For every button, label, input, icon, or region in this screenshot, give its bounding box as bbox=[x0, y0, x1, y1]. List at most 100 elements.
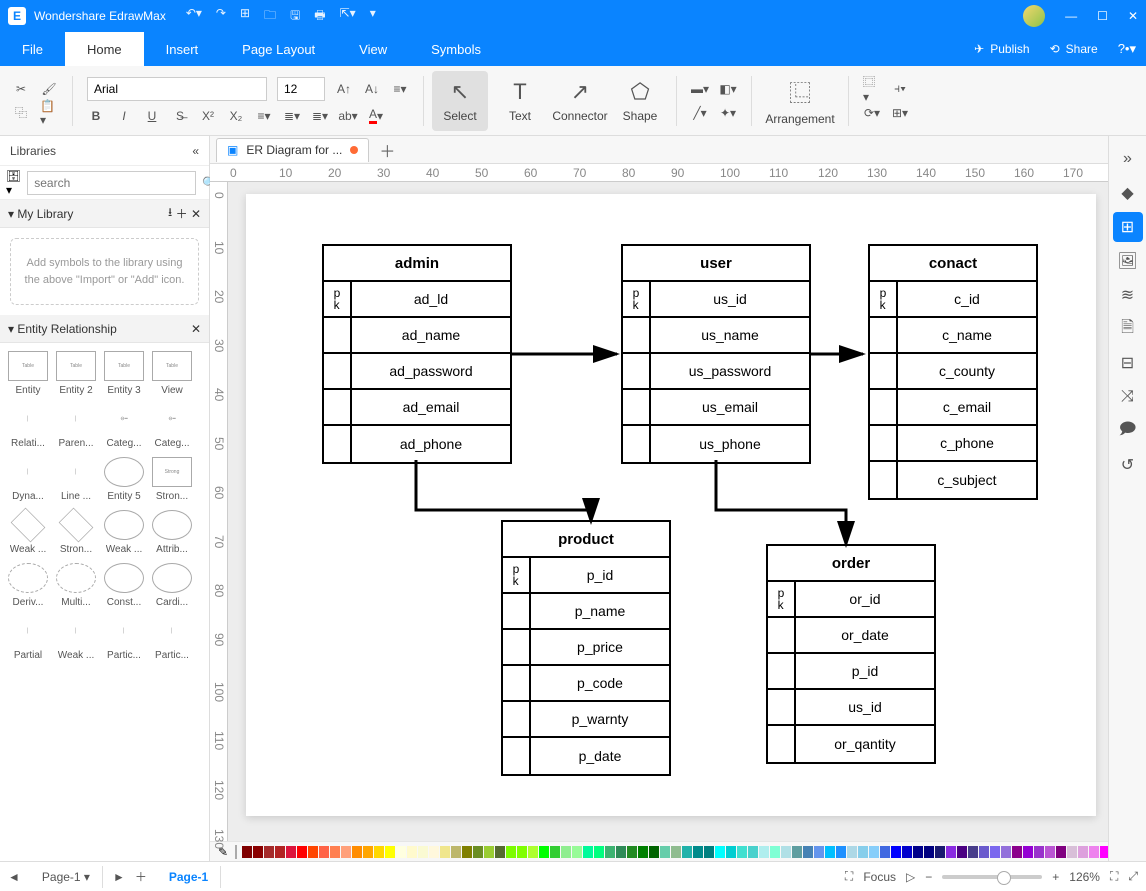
redo-icon[interactable]: ↷ bbox=[216, 6, 226, 27]
shape-item[interactable]: Cardi... bbox=[148, 563, 196, 608]
add-icon[interactable]: ＋ bbox=[176, 205, 188, 222]
page-props-icon[interactable]: 🗎 bbox=[1113, 314, 1143, 344]
color-swatch[interactable] bbox=[275, 846, 285, 858]
line-icon[interactable]: ╱▾ bbox=[691, 104, 709, 122]
color-swatch[interactable] bbox=[935, 846, 945, 858]
color-swatch[interactable] bbox=[704, 846, 714, 858]
color-swatch[interactable] bbox=[407, 846, 417, 858]
zoom-in-icon[interactable]: + bbox=[1052, 870, 1059, 884]
save-icon[interactable]: 🖫 bbox=[290, 6, 300, 27]
color-swatch[interactable] bbox=[1056, 846, 1066, 858]
color-swatch[interactable] bbox=[737, 846, 747, 858]
color-swatch[interactable] bbox=[352, 846, 362, 858]
color-swatch[interactable] bbox=[253, 846, 263, 858]
color-swatch[interactable] bbox=[341, 846, 351, 858]
color-swatch[interactable] bbox=[660, 846, 670, 858]
close-er-section-icon[interactable]: ✕ bbox=[191, 322, 201, 336]
color-swatch[interactable] bbox=[836, 846, 846, 858]
color-swatch[interactable] bbox=[539, 846, 549, 858]
print-icon[interactable]: 🖶 bbox=[314, 6, 325, 27]
cut-icon[interactable]: ✂ bbox=[12, 80, 30, 98]
expand-right-icon[interactable]: » bbox=[1113, 144, 1143, 174]
color-swatch[interactable] bbox=[726, 846, 736, 858]
shape-item[interactable]: Attrib... bbox=[148, 510, 196, 555]
shape-item[interactable]: Weak ... bbox=[100, 510, 148, 555]
shape-item[interactable]: Entity 5 bbox=[100, 457, 148, 502]
entity-admin[interactable]: adminpkad_ldad_namead_passwordad_emailad… bbox=[322, 244, 512, 464]
bullets-icon[interactable]: ≣▾ bbox=[283, 107, 301, 125]
zoom-out-icon[interactable]: − bbox=[925, 870, 932, 884]
comment-icon[interactable]: 🗩 bbox=[1113, 416, 1143, 446]
line-spacing-icon[interactable]: ≡▾ bbox=[255, 107, 273, 125]
distribute-icon[interactable]: ⊞▾ bbox=[891, 104, 909, 122]
zoom-slider[interactable] bbox=[942, 875, 1042, 879]
menu-home[interactable]: Home bbox=[65, 32, 144, 66]
menu-insert[interactable]: Insert bbox=[144, 32, 221, 66]
focus-icon[interactable]: ⛶ bbox=[845, 869, 853, 884]
shape-item[interactable]: │Weak ... bbox=[52, 616, 100, 661]
no-fill-swatch[interactable] bbox=[235, 845, 237, 859]
color-swatch[interactable] bbox=[561, 846, 571, 858]
color-swatch[interactable] bbox=[473, 846, 483, 858]
shape-item[interactable]: Deriv... bbox=[4, 563, 52, 608]
shape-item[interactable]: TableEntity 3 bbox=[100, 351, 148, 396]
color-swatch[interactable] bbox=[770, 846, 780, 858]
color-swatch[interactable] bbox=[957, 846, 967, 858]
shape-item[interactable]: TableEntity 2 bbox=[52, 351, 100, 396]
library-search-input[interactable] bbox=[27, 171, 196, 195]
shape-item[interactable]: Weak ... bbox=[4, 510, 52, 555]
color-swatch[interactable] bbox=[1100, 846, 1108, 858]
font-color-icon[interactable]: A▾ bbox=[367, 107, 385, 125]
undo-icon[interactable]: ↶▾ bbox=[186, 6, 202, 27]
color-swatch[interactable] bbox=[803, 846, 813, 858]
color-swatch[interactable] bbox=[330, 846, 340, 858]
doc-tab[interactable]: ▣ER Diagram for ... bbox=[216, 138, 369, 162]
color-swatch[interactable] bbox=[891, 846, 901, 858]
color-swatch[interactable] bbox=[814, 846, 824, 858]
page-selector[interactable]: Page-1 ▾ bbox=[30, 866, 103, 888]
layers-icon[interactable]: ≋ bbox=[1113, 280, 1143, 310]
color-swatch[interactable] bbox=[583, 846, 593, 858]
color-swatch[interactable] bbox=[550, 846, 560, 858]
color-swatch[interactable] bbox=[946, 846, 956, 858]
menu-page-layout[interactable]: Page Layout bbox=[220, 32, 337, 66]
color-swatch[interactable] bbox=[363, 846, 373, 858]
shape-item[interactable]: ⊖━Categ... bbox=[148, 404, 196, 449]
color-swatch[interactable] bbox=[429, 846, 439, 858]
shrink-font-icon[interactable]: A↓ bbox=[363, 80, 381, 98]
close-section-icon[interactable]: ✕ bbox=[191, 207, 201, 221]
fullscreen-icon[interactable]: ⤢ bbox=[1128, 869, 1138, 884]
color-swatch[interactable] bbox=[715, 846, 725, 858]
color-swatch[interactable] bbox=[924, 846, 934, 858]
import-icon[interactable]: ⭳ bbox=[168, 203, 172, 224]
numbering-icon[interactable]: ≣▾ bbox=[311, 107, 329, 125]
shuffle-icon[interactable]: ⤨ bbox=[1113, 382, 1143, 412]
underline-icon[interactable]: U bbox=[143, 107, 161, 125]
color-swatch[interactable] bbox=[858, 846, 868, 858]
fit-page-icon[interactable]: ⛶ bbox=[1110, 869, 1118, 884]
color-swatch[interactable] bbox=[484, 846, 494, 858]
entity-conact[interactable]: conactpkc_idc_namec_countyc_emailc_phone… bbox=[868, 244, 1038, 500]
subscript-icon[interactable]: X₂ bbox=[227, 107, 245, 125]
color-swatch[interactable] bbox=[451, 846, 461, 858]
rotate-icon[interactable]: ⟳▾ bbox=[863, 104, 881, 122]
color-swatch[interactable] bbox=[242, 846, 252, 858]
next-page-icon[interactable]: ► bbox=[113, 870, 125, 884]
color-swatch[interactable] bbox=[847, 846, 857, 858]
entity-product[interactable]: productpkp_idp_namep_pricep_codep_warnty… bbox=[501, 520, 671, 776]
color-swatch[interactable] bbox=[495, 846, 505, 858]
color-swatch[interactable] bbox=[825, 846, 835, 858]
font-size-combo[interactable] bbox=[277, 77, 325, 101]
color-swatch[interactable] bbox=[968, 846, 978, 858]
color-swatch[interactable] bbox=[1089, 846, 1099, 858]
new-icon[interactable]: ⊞ bbox=[240, 6, 250, 27]
help-button[interactable]: ?•▾ bbox=[1108, 41, 1146, 57]
color-swatch[interactable] bbox=[1001, 846, 1011, 858]
color-swatch[interactable] bbox=[616, 846, 626, 858]
entity-order[interactable]: orderpkor_idor_datep_idus_idor_qantity bbox=[766, 544, 936, 764]
color-swatch[interactable] bbox=[693, 846, 703, 858]
color-swatch[interactable] bbox=[781, 846, 791, 858]
history-icon[interactable]: ↺ bbox=[1113, 450, 1143, 480]
color-swatch[interactable] bbox=[1034, 846, 1044, 858]
color-swatch[interactable] bbox=[979, 846, 989, 858]
